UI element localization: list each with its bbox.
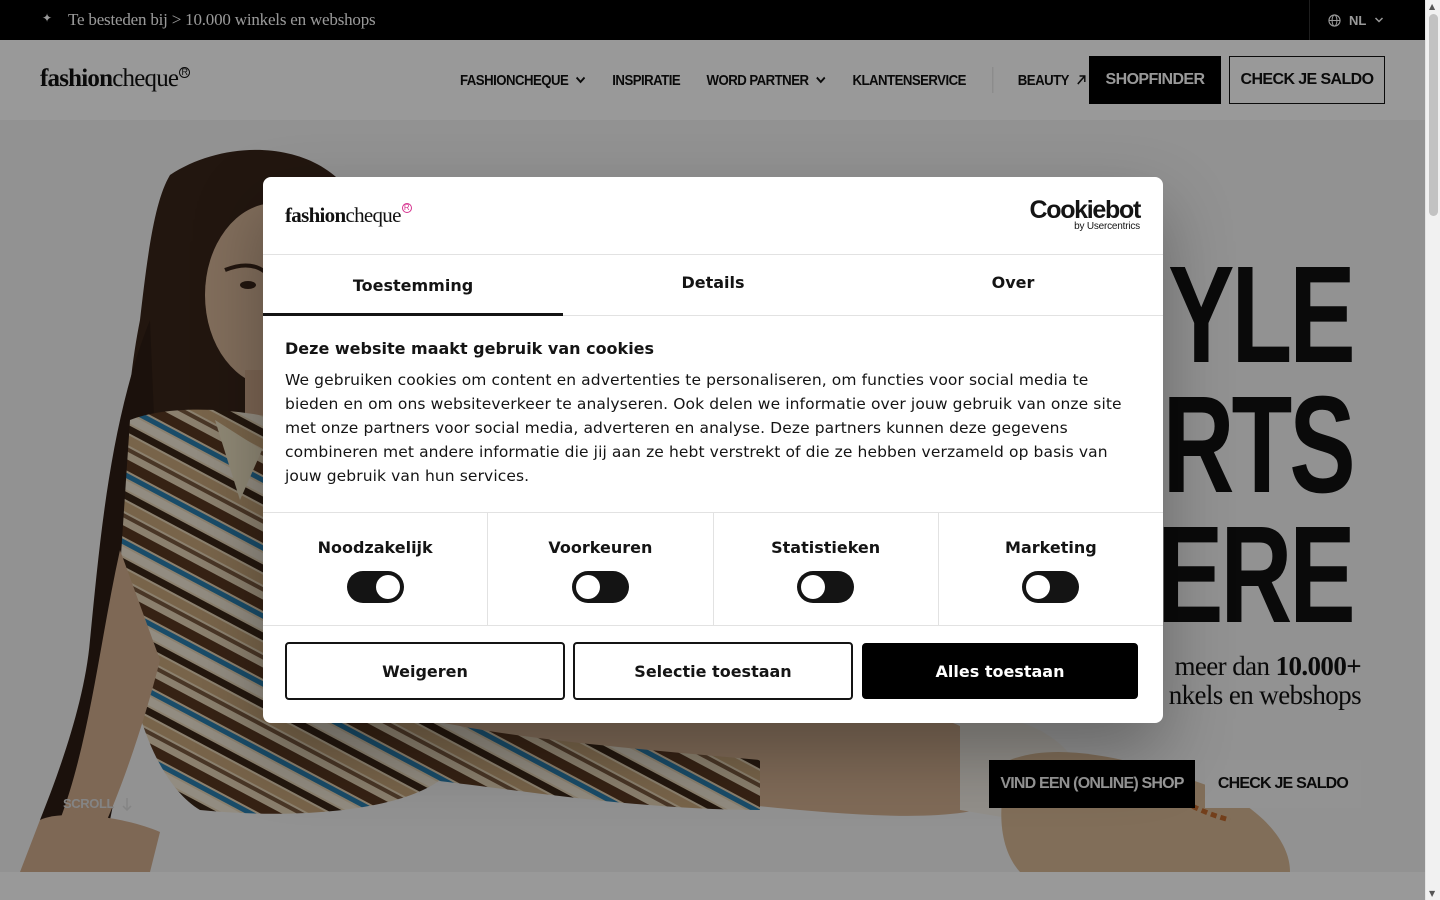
allow-selection-button[interactable]: Selectie toestaan (573, 642, 853, 700)
registered-mark: R (401, 203, 412, 213)
toggle-marketing[interactable] (1022, 571, 1080, 603)
dialog-description: We gebruiken cookies om content en adver… (285, 371, 1122, 485)
allow-all-button[interactable]: Alles toestaan (862, 643, 1138, 699)
tab-toestemming[interactable]: Toestemming (263, 255, 563, 316)
consent-noodzakelijk: Noodzakelijk (263, 513, 489, 625)
scroll-up-arrow-icon[interactable]: ▲ (1429, 2, 1435, 11)
tab-over[interactable]: Over (863, 255, 1163, 315)
toggle-statistieken[interactable] (797, 571, 855, 603)
dialog-title: Deze website maakt gebruik van cookies (285, 339, 655, 358)
consent-voorkeuren: Voorkeuren (488, 513, 714, 625)
cookie-consent-dialog: fashioncheque R Cookiebot by Usercentrics… (263, 177, 1163, 723)
dialog-actions: Weigeren Selectie toestaan Alles toestaa… (285, 642, 1141, 700)
fashioncheque-logo: fashioncheque R (285, 203, 412, 228)
consent-marketing: Marketing (939, 513, 1163, 625)
scrollbar-thumb[interactable] (1429, 14, 1438, 216)
toggle-knob (1026, 575, 1051, 599)
deny-button[interactable]: Weigeren (285, 642, 565, 700)
tab-details[interactable]: Details (563, 255, 863, 315)
page-scrollbar[interactable]: ▲ ▼ (1425, 0, 1440, 900)
dialog-body: Deze website maakt gebruik van cookies W… (285, 339, 1145, 488)
scroll-down-arrow-icon[interactable]: ▼ (1429, 889, 1435, 898)
cookiebot-logo[interactable]: Cookiebot by Usercentrics (1029, 197, 1141, 232)
toggle-knob (575, 575, 600, 599)
consent-statistieken: Statistieken (714, 513, 939, 625)
toggle-voorkeuren[interactable] (571, 571, 629, 603)
dialog-tabs: Toestemming Details Over (263, 255, 1163, 316)
toggle-noodzakelijk[interactable] (346, 571, 404, 603)
toggle-knob (375, 575, 400, 599)
dialog-header: fashioncheque R Cookiebot by Usercentrics (263, 177, 1163, 255)
consent-categories: Noodzakelijk Voorkeuren Statistieken Mar… (263, 512, 1163, 626)
toggle-knob (801, 575, 826, 599)
